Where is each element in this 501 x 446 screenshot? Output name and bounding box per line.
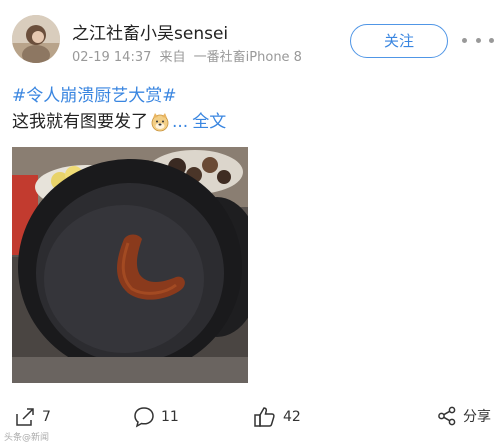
share-button[interactable]: 分享 bbox=[437, 406, 491, 426]
post-meta: 02-19 14:37 来自 一番社畜iPhone 8 bbox=[72, 46, 306, 65]
post-timestamp: 02-19 14:37 bbox=[72, 50, 152, 65]
source-prefix: 来自 bbox=[159, 50, 186, 65]
repost-count: 7 bbox=[42, 409, 51, 425]
topic-link[interactable]: #令人崩溃厨艺大赏# bbox=[12, 83, 492, 109]
action-bar: 7 11 42 分享 bbox=[0, 402, 501, 436]
watermark: 头条@新闻 bbox=[4, 433, 50, 443]
post-text: 这我就有图要发了 bbox=[12, 112, 148, 132]
like-count: 42 bbox=[283, 409, 301, 425]
post-content: #令人崩溃厨艺大赏# 这我就有图要发了 ... 全文 bbox=[12, 83, 492, 135]
thumbs-up-icon bbox=[254, 407, 275, 427]
avatar[interactable] bbox=[12, 15, 60, 63]
comment-button[interactable]: 11 bbox=[133, 406, 179, 428]
more-options-icon[interactable] bbox=[462, 32, 494, 48]
post-source[interactable]: 一番社畜iPhone 8 bbox=[194, 50, 302, 65]
author-name[interactable]: 之江社畜小吴sensei bbox=[72, 19, 228, 44]
expand-full-text-link[interactable]: 全文 bbox=[192, 109, 226, 135]
like-button[interactable]: 42 bbox=[253, 406, 301, 428]
comment-icon bbox=[134, 407, 154, 428]
doge-emoji-icon bbox=[150, 112, 170, 132]
share-icon bbox=[438, 406, 456, 426]
post-text-line: 这我就有图要发了 ... 全文 bbox=[12, 109, 492, 135]
repost-icon bbox=[16, 408, 34, 426]
ellipsis: ... bbox=[172, 112, 189, 132]
repost-button[interactable]: 7 bbox=[14, 406, 51, 428]
post-header: 之江社畜小吴sensei 02-19 14:37 来自 一番社畜iPhone 8… bbox=[0, 0, 501, 74]
share-label: 分享 bbox=[463, 409, 491, 425]
post-photo[interactable] bbox=[12, 147, 248, 383]
follow-button[interactable]: 关注 bbox=[350, 24, 448, 58]
comment-count: 11 bbox=[161, 409, 179, 425]
